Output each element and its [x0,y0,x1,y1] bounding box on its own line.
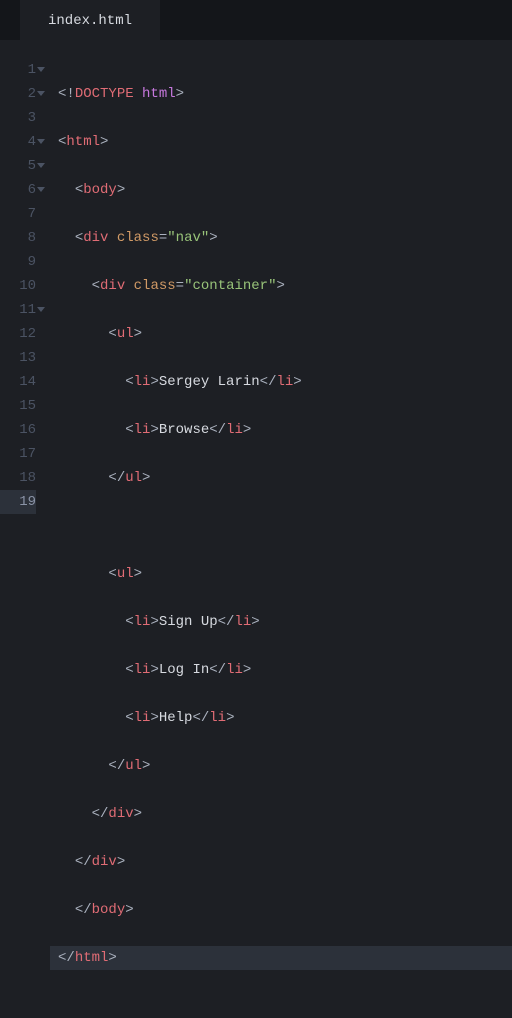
editor-tabbar: index.html [0,0,512,40]
code-line[interactable]: </ul> [58,466,512,490]
line-number[interactable]: 16 [0,418,36,442]
code-line[interactable]: <li>Log In</li> [58,658,512,682]
line-number[interactable]: 1 [0,58,36,82]
line-number[interactable]: 18 [0,466,36,490]
code-line[interactable]: <li>Browse</li> [58,418,512,442]
code-line[interactable]: </body> [58,898,512,922]
line-number[interactable]: 6 [0,178,36,202]
code-line[interactable]: <ul> [58,562,512,586]
line-number[interactable]: 10 [0,274,36,298]
line-number[interactable]: 7 [0,202,36,226]
code-line[interactable]: <ul> [58,322,512,346]
code-line[interactable]: </div> [58,802,512,826]
code-line[interactable]: <li>Help</li> [58,706,512,730]
tab-index-html[interactable]: index.html [20,0,160,40]
line-number[interactable]: 9 [0,250,36,274]
line-number[interactable]: 14 [0,370,36,394]
tab-label: index.html [48,13,132,29]
code-line[interactable]: <div class="nav"> [58,226,512,250]
code-line[interactable]: </html> [50,946,512,970]
code-editor[interactable]: 1 2 3 4 5 6 7 8 9 10 11 12 13 14 15 16 1… [0,40,512,1018]
code-line[interactable]: </ul> [58,754,512,778]
line-number[interactable]: 15 [0,394,36,418]
line-number[interactable]: 11 [0,298,36,322]
code-line[interactable]: <body> [58,178,512,202]
line-number[interactable]: 13 [0,346,36,370]
line-number[interactable]: 17 [0,442,36,466]
line-number[interactable]: 3 [0,106,36,130]
line-number[interactable]: 8 [0,226,36,250]
code-line[interactable]: <html> [58,130,512,154]
code-area[interactable]: <!DOCTYPE html> <html> <body> <div class… [50,58,512,1018]
code-line[interactable] [58,514,512,538]
line-number[interactable]: 19 [0,490,36,514]
code-line[interactable]: </div> [58,850,512,874]
code-line[interactable]: <!DOCTYPE html> [58,82,512,106]
code-line[interactable]: <li>Sign Up</li> [58,610,512,634]
line-number[interactable]: 12 [0,322,36,346]
line-number[interactable]: 4 [0,130,36,154]
gutter: 1 2 3 4 5 6 7 8 9 10 11 12 13 14 15 16 1… [0,58,50,1018]
code-line[interactable]: <li>Sergey Larin</li> [58,370,512,394]
line-number[interactable]: 5 [0,154,36,178]
line-number[interactable]: 2 [0,82,36,106]
code-line[interactable]: <div class="container"> [58,274,512,298]
